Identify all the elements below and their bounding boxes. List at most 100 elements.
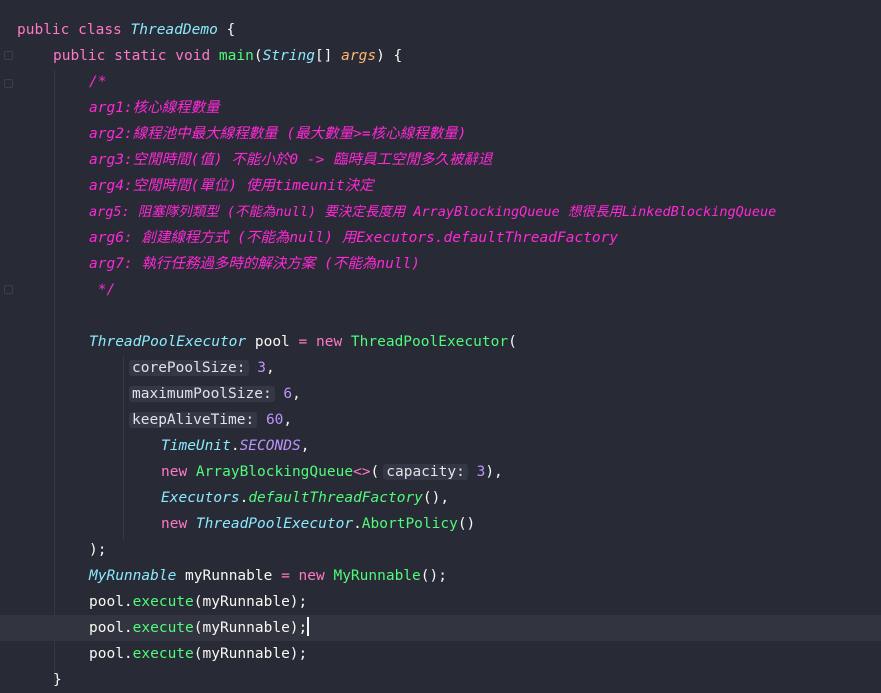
paren-comma: (), [422,490,450,506]
keyword: new [161,464,196,480]
code-line[interactable]: new ThreadPoolExecutor.AbortPolicy() [0,511,881,537]
parameter-hint: maximumPoolSize: [129,386,275,402]
code-line[interactable]: public static void main(String[] args) { [0,43,881,69]
object-name: pool [89,620,124,636]
dot: . [123,594,133,610]
code-line[interactable]: MyRunnable myRunnable = new MyRunnable()… [0,563,881,589]
comment: arg2:線程池中最大線程數量 (最大數量>=核心線程數量) [89,126,467,142]
comma: , [265,360,275,376]
code-line[interactable]: arg6: 創建線程方式 (不能為null) 用Executors.defaul… [0,225,881,251]
paren: () [457,516,476,532]
call-arguments: (myRunnable); [193,594,308,610]
paren-semicolon: ); [89,542,107,558]
class-name: Executors [161,490,240,506]
paren: ( [508,334,517,350]
closing-brace: } [53,672,62,688]
parameter-hint: keepAliveTime: [129,412,258,428]
constructor-name: ThreadPoolExecutor [350,334,509,350]
parameter-hint: corePoolSize: [129,360,249,376]
parameter-name: args [341,48,377,64]
paren: ( [370,464,380,480]
code-line[interactable]: corePoolSize: 3, [0,355,881,381]
keyword: new [298,568,334,584]
call-arguments: (myRunnable); [193,646,308,662]
object-name: pool [89,594,124,610]
code-line[interactable]: arg5: 阻塞隊列類型 (不能為null) 要決定長度用 ArrayBlock… [0,199,881,225]
comment: arg3:空閒時間(值) 不能小於0 -> 臨時員工空閒多久被辭退 [89,152,493,168]
code-line[interactable]: arg3:空閒時間(值) 不能小於0 -> 臨時員工空閒多久被辭退 [0,147,881,173]
variable-name: pool [246,334,299,350]
number-literal: 3 [476,464,486,480]
keyword: public [17,22,70,38]
type-name: ThreadPoolExecutor [89,334,247,350]
comma: , [292,386,301,402]
call-arguments: (myRunnable); [193,620,308,636]
brace: { [217,22,236,38]
code-line[interactable]: ThreadPoolExecutor pool = new ThreadPool… [0,329,881,355]
code-line[interactable]: arg7: 執行任務過多時的解決方案 (不能為null) [0,251,881,277]
paren-comma: ), [485,464,503,480]
comment: arg5: 阻塞隊列類型 (不能為null) 要決定長度用 ArrayBlock… [89,204,777,220]
code-line[interactable]: } [0,667,881,693]
comment: arg6: 創建線程方式 (不能為null) 用Executors.defaul… [89,230,619,246]
dot: . [123,620,133,636]
method-name: execute [132,620,194,636]
keyword: new [316,334,351,350]
paren: ( [253,48,263,64]
comma: , [283,412,293,428]
comment: arg7: 執行任務過多時的解決方案 (不能為null) [89,256,420,272]
code-line[interactable]: arg2:線程池中最大線程數量 (最大數量>=核心線程數量) [0,121,881,147]
inner-class-name: AbortPolicy [361,516,458,532]
dot: . [353,516,362,532]
keyword: class [78,22,122,38]
array-brackets: [] [314,48,342,64]
type-name: String [262,48,315,64]
dot: . [230,438,240,454]
code-line[interactable]: public class ThreadDemo { [0,17,881,43]
code-line[interactable]: ); [0,537,881,563]
object-name: pool [89,646,124,662]
code-line[interactable]: keepAliveTime: 60, [0,407,881,433]
constructor-name: MyRunnable [333,568,421,584]
number-literal: 60 [265,412,284,428]
code-line[interactable]: arg1:核心線程數量 [0,95,881,121]
method-name: execute [132,646,194,662]
variable-name: myRunnable [176,568,282,584]
class-name: ThreadPoolExecutor [195,516,354,532]
code-editor[interactable]: public class ThreadDemo { public static … [0,0,881,688]
code-line[interactable]: new ArrayBlockingQueue<>(capacity: 3), [0,459,881,485]
dot: . [239,490,249,506]
keyword: public [53,48,106,64]
code-line-current[interactable]: pool.execute(myRunnable); [0,615,881,641]
code-line[interactable]: Executors.defaultThreadFactory(), [0,485,881,511]
method-name: execute [132,594,194,610]
code-line[interactable]: */ [0,277,881,303]
keyword: void [175,48,211,64]
keyword: new [161,516,196,532]
constructor-name: ArrayBlockingQueue [195,464,354,480]
code-line[interactable]: maximumPoolSize: 6, [0,381,881,407]
number-literal: 6 [283,386,293,402]
comment: arg4:空閒時間(單位) 使用timeunit決定 [89,178,374,194]
code-line[interactable]: /* [0,69,881,95]
parameter-hint: capacity: [383,464,468,480]
class-name: TimeUnit [161,438,231,454]
paren-semicolon: (); [420,568,447,584]
comment: arg1:核心線程數量 [89,100,220,116]
keyword: static [114,48,167,64]
operator: = [281,568,299,584]
dot: . [123,646,133,662]
generic-brackets: <> [353,464,371,480]
comment: /* [89,74,107,90]
paren: ) { [376,48,403,64]
code-line[interactable]: pool.execute(myRunnable); [0,641,881,667]
code-line[interactable]: pool.execute(myRunnable); [0,589,881,615]
comment: */ [89,282,116,298]
class-name: ThreadDemo [130,22,218,38]
code-line[interactable]: arg4:空閒時間(單位) 使用timeunit決定 [0,173,881,199]
static-method: defaultThreadFactory [248,490,423,506]
comma: , [300,438,310,454]
code-line[interactable]: TimeUnit.SECONDS, [0,433,881,459]
operator: = [298,334,316,350]
text-cursor [307,617,310,636]
